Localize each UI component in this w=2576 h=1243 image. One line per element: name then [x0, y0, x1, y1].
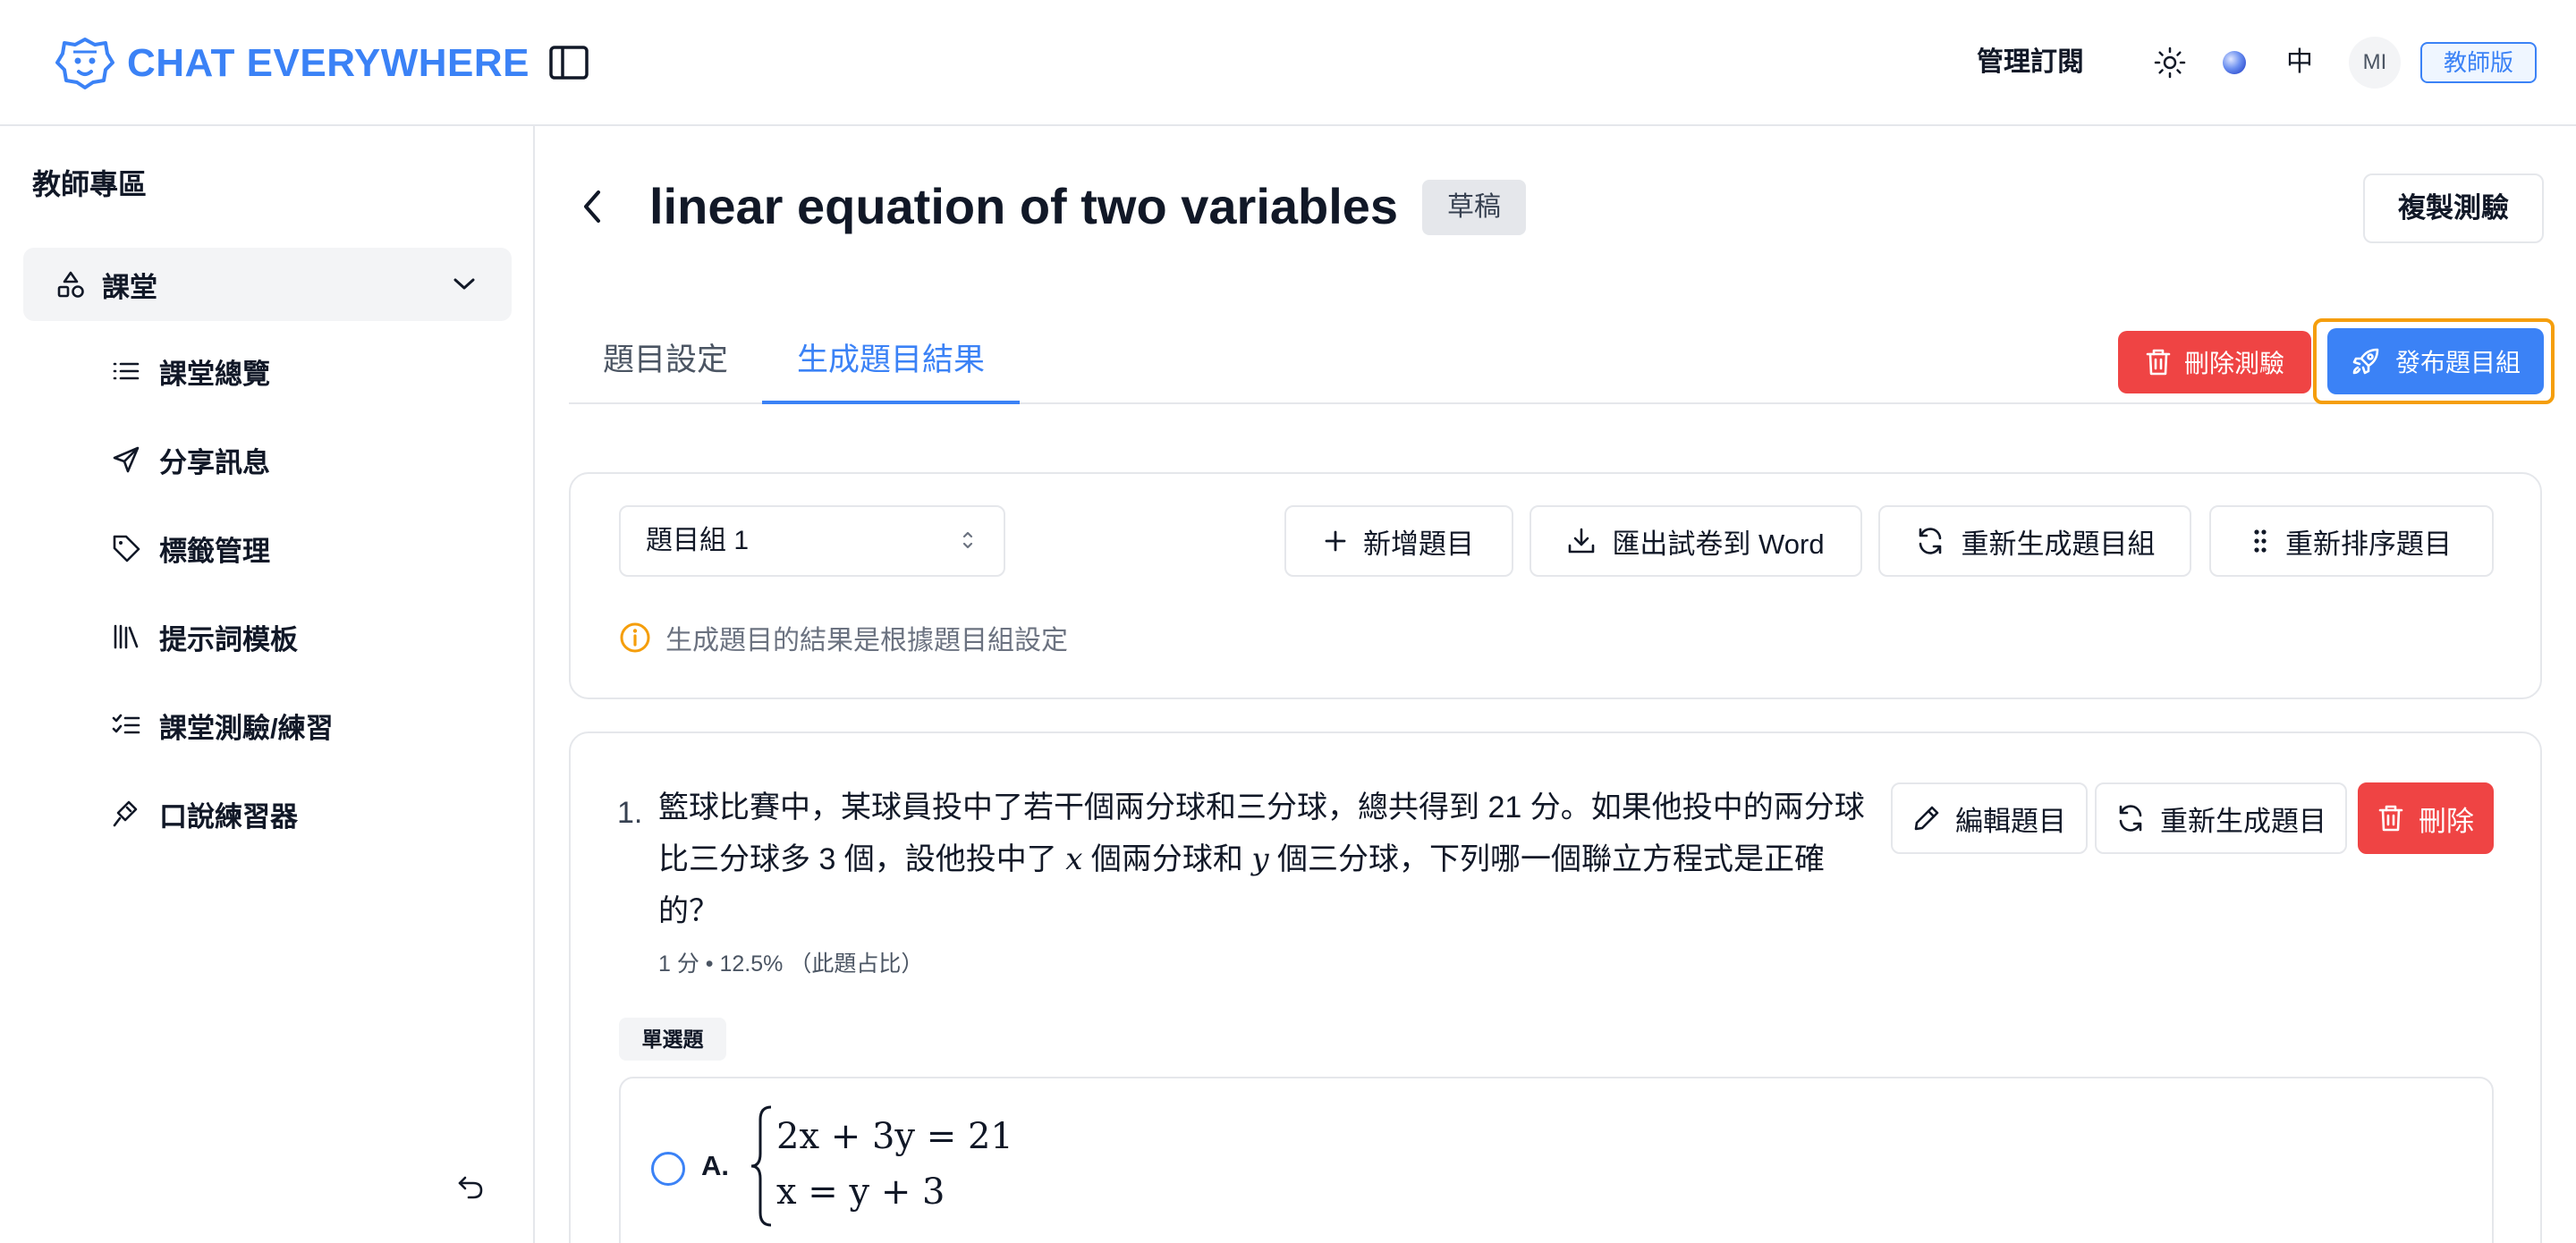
language-toggle[interactable]: 中 [2277, 39, 2322, 86]
chevron-up-down-icon [961, 527, 975, 554]
question-meta: 1 分 • 12.5% （此題占比） [658, 951, 924, 977]
sidebar-item-classroom[interactable]: 課堂 [23, 248, 512, 321]
sidebar-item-label: 分享訊息 [159, 446, 270, 478]
sidebar-item-tag-management[interactable]: 標籤管理 [111, 521, 270, 575]
grip-vertical-icon [2251, 527, 2269, 555]
question-text-part: 個兩分球和 [1082, 842, 1252, 876]
sidebar-item-label: 課堂 [102, 271, 157, 303]
add-question-button[interactable]: 新增題目 [1284, 505, 1513, 577]
refresh-icon [2115, 803, 2146, 833]
undo-icon [456, 1172, 485, 1201]
rocket-icon [2351, 346, 2381, 376]
sidebar-item-label: 課堂測驗/練習 [159, 712, 334, 744]
regenerate-group-label: 重新生成題目組 [1961, 528, 2156, 560]
pencil-icon [1912, 804, 1941, 833]
delete-quiz-button[interactable]: 刪除測驗 [2118, 331, 2311, 393]
list-icon [111, 356, 141, 386]
publish-question-group-button[interactable]: 發布題目組 [2327, 328, 2544, 394]
sidebar-item-label: 課堂總覽 [159, 358, 270, 390]
option-equation-1: 2x + 3y = 21 [776, 1116, 1013, 1157]
sidebar-item-speaking-practice[interactable]: 口說練習器 [111, 787, 298, 841]
manage-subscription-link[interactable]: 管理訂閱 [1977, 39, 2084, 86]
math-variable-y: y [1251, 841, 1269, 877]
brand-logo[interactable]: CHAT EVERYWHERE [54, 32, 530, 95]
refresh-icon [1915, 526, 1945, 556]
sidebar-collapse-button[interactable] [447, 1163, 494, 1210]
chevron-down-icon[interactable] [453, 277, 476, 292]
delete-quiz-label: 刪除測驗 [2183, 350, 2284, 377]
send-icon [111, 444, 141, 475]
color-orb-icon [2221, 49, 2248, 76]
brand-name: CHAT EVERYWHERE [127, 41, 530, 85]
library-icon [111, 622, 141, 652]
sidebar-toggle-button[interactable] [546, 39, 592, 86]
page-title: linear equation of two variables [649, 178, 1399, 234]
color-theme-button[interactable] [2211, 39, 2258, 86]
sun-icon [2154, 47, 2186, 79]
back-button[interactable] [572, 182, 612, 232]
checklist-icon [111, 710, 141, 740]
left-brace-symbol [748, 1103, 775, 1229]
theme-toggle-button[interactable] [2147, 39, 2193, 86]
sidebar-item-class-quiz[interactable]: 課堂測驗/練習 [111, 698, 334, 752]
question-type-tag: 單選題 [619, 1018, 726, 1061]
trash-icon [2377, 804, 2404, 833]
download-icon [1567, 527, 1596, 555]
panel-left-icon [548, 45, 589, 80]
sidebar-item-label: 口說練習器 [159, 800, 298, 833]
reorder-questions-button[interactable]: 重新排序題目 [2209, 505, 2494, 577]
copy-quiz-button[interactable]: 複製測驗 [2363, 173, 2544, 243]
publish-label: 發布題目組 [2394, 349, 2521, 376]
export-word-button[interactable]: 匯出試卷到 Word [1530, 505, 1862, 577]
option-label: A. [701, 1150, 729, 1181]
lion-logo-icon [54, 36, 116, 91]
trash-icon [2145, 348, 2172, 376]
info-text: 生成題目的結果是根據題目組設定 [665, 626, 1068, 655]
edit-question-label: 編輯題目 [1955, 805, 2066, 837]
chevron-left-icon [581, 189, 603, 224]
sidebar: 教師專區 課堂 課堂總覽 分享訊息 標籤管理 提示詞模板 課堂測驗/練習 口說練… [0, 126, 535, 1243]
info-message: 生成題目的結果是根據題目組設定 [619, 617, 1068, 658]
question-number: 1. [617, 796, 643, 830]
tab-generated-results[interactable]: 生成題目結果 [762, 331, 1020, 404]
answer-option-a[interactable] [619, 1077, 2494, 1243]
sidebar-item-prompt-templates[interactable]: 提示詞模板 [111, 610, 298, 664]
select-value: 題目組 1 [646, 526, 750, 555]
regenerate-question-button[interactable]: 重新生成題目 [2095, 782, 2347, 854]
regenerate-question-label: 重新生成題目 [2160, 805, 2326, 837]
math-variable-x: x [1065, 841, 1083, 877]
option-radio[interactable] [651, 1152, 685, 1186]
edit-question-button[interactable]: 編輯題目 [1891, 782, 2088, 854]
plus-icon [1324, 529, 1347, 553]
sidebar-item-label: 標籤管理 [159, 535, 270, 567]
reorder-label: 重新排序題目 [2285, 528, 2452, 560]
question-text: 籃球比賽中，某球員投中了若干個兩分球和三分球，總共得到 21 分。如果他投中的兩… [658, 782, 1871, 937]
delete-question-button[interactable]: 刪除 [2358, 782, 2494, 854]
tag-icon [111, 533, 141, 563]
sidebar-title: 教師專區 [32, 168, 148, 200]
sidebar-item-share-message[interactable]: 分享訊息 [111, 433, 270, 486]
top-header: CHAT EVERYWHERE 管理訂閱 中 MI 教師版 [0, 0, 2576, 126]
question-group-select[interactable]: 題目組 1 [619, 505, 1005, 577]
mic-icon [111, 799, 141, 829]
delete-question-label: 刪除 [2419, 805, 2474, 837]
status-badge: 草稿 [1422, 180, 1526, 235]
info-icon [619, 622, 651, 654]
export-word-label: 匯出試卷到 Word [1612, 528, 1825, 560]
user-avatar[interactable]: MI [2349, 37, 2401, 89]
tab-question-settings[interactable]: 題目設定 [569, 331, 762, 404]
sidebar-item-class-overview[interactable]: 課堂總覽 [111, 344, 270, 398]
shapes-icon [55, 269, 86, 300]
regenerate-group-button[interactable]: 重新生成題目組 [1878, 505, 2191, 577]
sidebar-item-label: 提示詞模板 [159, 623, 298, 655]
option-equation-2: x = y + 3 [776, 1171, 945, 1213]
edition-badge: 教師版 [2420, 42, 2537, 83]
add-question-label: 新增題目 [1363, 528, 1474, 560]
